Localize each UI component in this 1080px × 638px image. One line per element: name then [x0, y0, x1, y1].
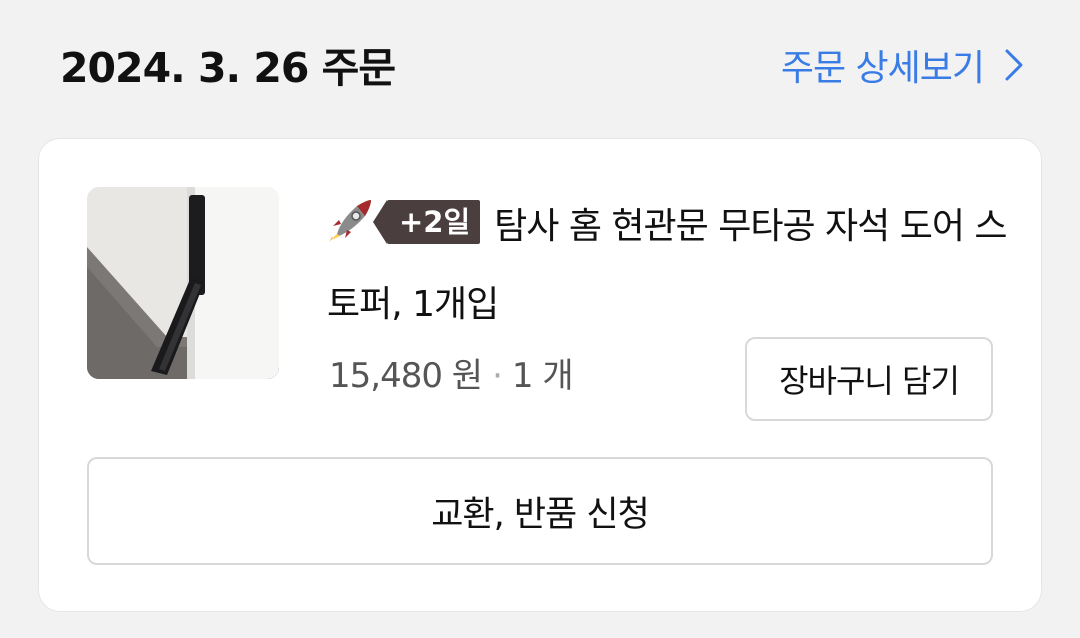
product-thumbnail[interactable] — [87, 187, 279, 379]
product-quantity: 1 개 — [511, 356, 574, 396]
rocket-icon — [327, 197, 373, 269]
order-item-card: +2일 탐사 홈 현관문 무타공 자석 도어 스토퍼, 1개입 15,480 원 ·… — [38, 138, 1042, 612]
product-price: 15,480 원 — [329, 356, 483, 396]
order-date-title: 2024. 3. 26 주문 — [60, 44, 396, 92]
exchange-return-button[interactable]: 교환, 반품 신청 — [87, 457, 993, 565]
separator-dot: · — [492, 356, 503, 396]
delivery-badge: +2일 — [372, 200, 481, 244]
product-title[interactable]: +2일 탐사 홈 현관문 무타공 자석 도어 스토퍼, 1개입 — [327, 191, 1017, 341]
chevron-right-icon — [1005, 49, 1023, 81]
order-detail-link-label: 주문 상세보기 — [780, 48, 985, 89]
order-detail-link[interactable]: 주문 상세보기 — [781, 40, 1024, 90]
add-to-cart-button[interactable]: 장바구니 담기 — [745, 337, 993, 421]
price-quantity: 15,480 원 · 1 개 — [329, 351, 574, 401]
